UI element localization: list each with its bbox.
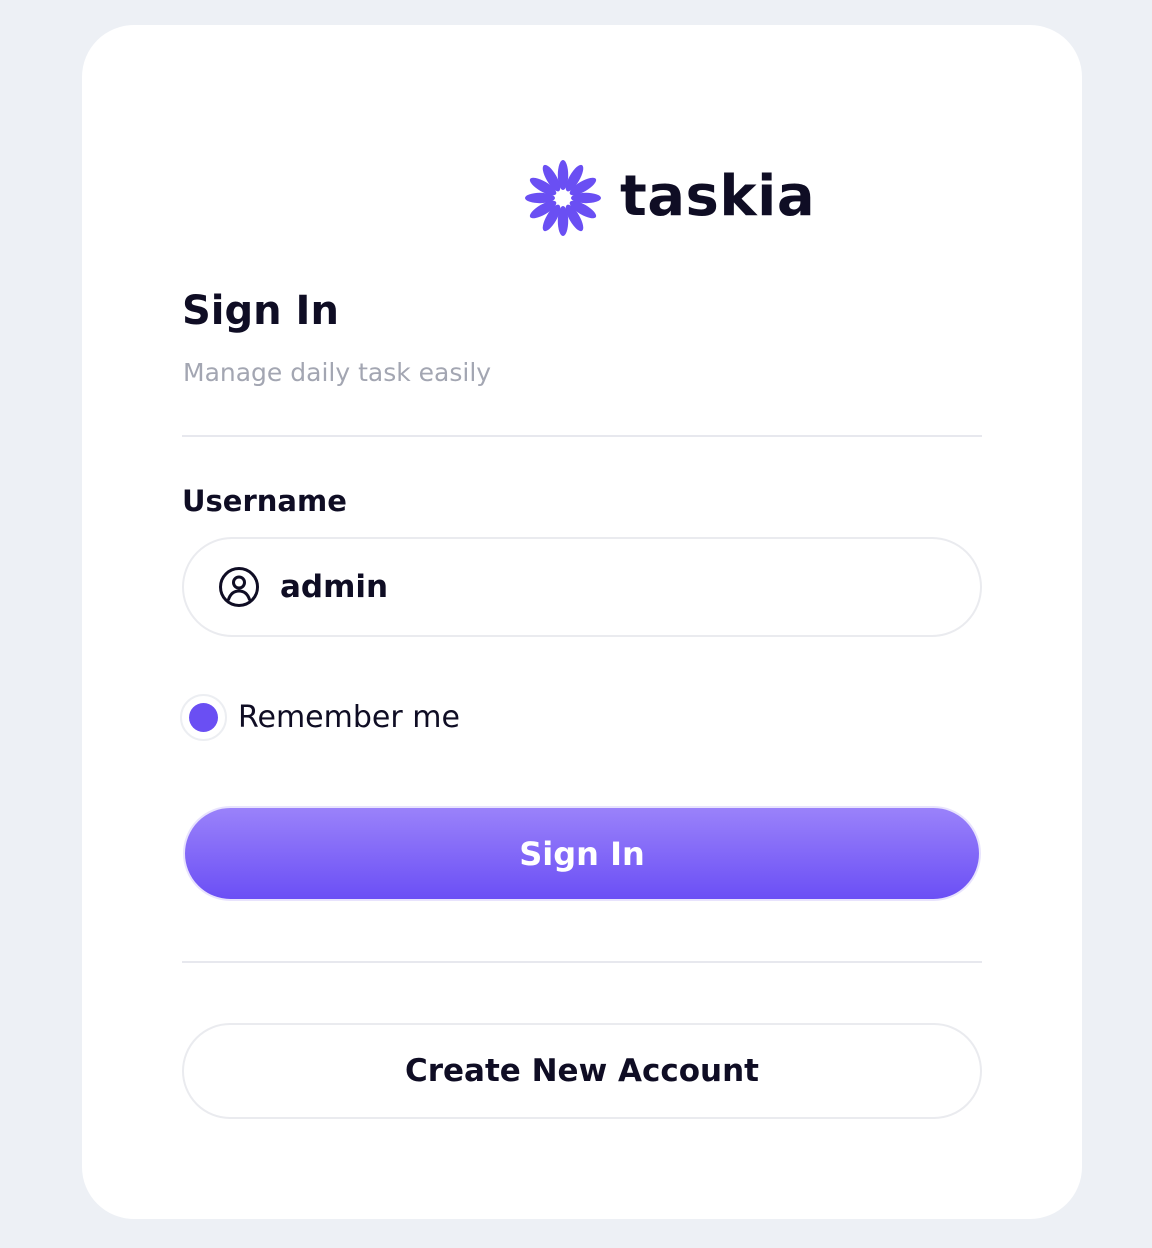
remember-me-radio[interactable] [180, 694, 227, 741]
sign-in-button[interactable]: Sign In [183, 806, 981, 901]
page-title: Sign In [182, 288, 339, 334]
username-field[interactable] [182, 537, 982, 637]
username-input[interactable] [280, 557, 940, 617]
create-account-button[interactable]: Create New Account [182, 1023, 982, 1119]
divider [182, 961, 982, 963]
username-label: Username [182, 484, 347, 518]
flower-burst-icon [518, 153, 608, 243]
divider [182, 435, 982, 437]
page-subtitle: Manage daily task easily [183, 358, 492, 387]
radio-selected-dot [189, 703, 218, 732]
user-circle-icon [218, 566, 260, 608]
brand-name: taskia [620, 164, 816, 229]
signin-card: taskia Sign In Manage daily task easily … [82, 25, 1082, 1219]
brand-logo: taskia [518, 153, 815, 243]
remember-me-option[interactable]: Remember me [180, 694, 460, 741]
remember-me-label: Remember me [238, 699, 460, 735]
